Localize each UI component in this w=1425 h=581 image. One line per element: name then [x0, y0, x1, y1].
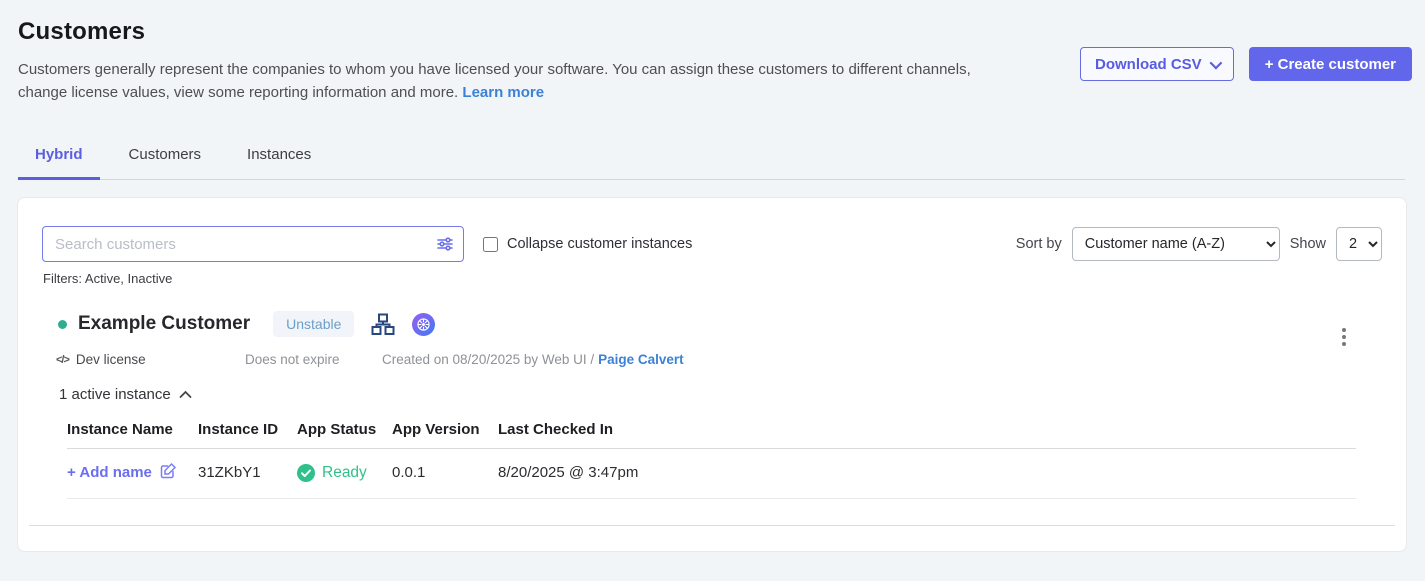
section-divider: [29, 525, 1395, 526]
page-header: Customers Customers generally represent …: [0, 0, 1425, 104]
sort-by-select[interactable]: Customer name (A-Z): [1072, 227, 1280, 261]
instances-table: Instance Name Instance ID App Status App…: [67, 421, 1356, 499]
instance-summary-toggle[interactable]: 1 active instance: [59, 386, 1382, 403]
sitemap-icon: [371, 313, 395, 336]
created-by-link[interactable]: Paige Calvert: [598, 352, 684, 367]
create-customer-button[interactable]: + Create customer: [1249, 47, 1412, 81]
add-name-link[interactable]: + Add name: [67, 462, 198, 483]
chevron-up-icon: [179, 386, 192, 403]
header-text-block: Customers Customers generally represent …: [18, 18, 993, 104]
collapse-instances-group: Collapse customer instances: [483, 236, 692, 252]
tab-hybrid[interactable]: Hybrid: [18, 146, 100, 180]
show-count-select[interactable]: 20: [1336, 227, 1382, 261]
col-instance-id: Instance ID: [198, 421, 297, 438]
tab-bar: Hybrid Customers Instances: [18, 146, 1405, 180]
page-title: Customers: [18, 18, 993, 46]
kubernetes-icon: [412, 313, 435, 336]
last-checked-in-value: 8/20/2025 @ 3:47pm: [498, 464, 1356, 481]
add-name-label: + Add name: [67, 464, 152, 481]
customer-name[interactable]: Example Customer: [78, 313, 250, 335]
license-type: </> Dev license: [56, 352, 245, 367]
channel-badge: Unstable: [273, 311, 354, 337]
col-app-version: App Version: [392, 421, 498, 438]
customer-row-menu-button[interactable]: [1338, 324, 1350, 350]
active-status-dot: [58, 320, 67, 329]
col-app-status: App Status: [297, 421, 392, 438]
page-description: Customers generally represent the compan…: [18, 59, 993, 104]
created-info: Created on 08/20/2025 by Web UI / Paige C…: [382, 352, 684, 367]
sort-by-label: Sort by: [1016, 236, 1062, 252]
header-actions: Download CSV + Create customer: [1080, 47, 1412, 81]
instance-row: + Add name 31ZKbY1 Ready 0.0.1 8/20/2025…: [67, 449, 1356, 499]
app-status-label: Ready: [322, 464, 367, 482]
tab-customers[interactable]: Customers: [112, 146, 219, 180]
edit-icon: [160, 462, 177, 483]
app-status-value: Ready: [297, 464, 392, 482]
license-row: </> Dev license Does not expire Created …: [56, 352, 1382, 367]
search-wrap: [42, 226, 464, 262]
search-input[interactable]: [42, 226, 464, 262]
check-circle-icon: [297, 464, 315, 482]
col-last-checked-in: Last Checked In: [498, 421, 1356, 438]
customer-header-row: Example Customer Unstable: [58, 311, 1382, 337]
learn-more-link[interactable]: Learn more: [462, 84, 544, 101]
instances-table-header: Instance Name Instance ID App Status App…: [67, 421, 1356, 449]
instance-id-value: 31ZKbY1: [198, 464, 297, 481]
active-filters-note: Filters: Active, Inactive: [43, 271, 1382, 286]
customers-panel: Collapse customer instances Sort by Cust…: [17, 197, 1407, 552]
license-expiration: Does not expire: [245, 352, 382, 367]
license-type-label: Dev license: [76, 352, 146, 367]
instance-summary-label: 1 active instance: [59, 386, 171, 403]
code-icon: </>: [56, 354, 69, 366]
tab-instances[interactable]: Instances: [230, 146, 328, 180]
show-label: Show: [1290, 236, 1326, 252]
collapse-instances-checkbox[interactable]: [483, 237, 498, 252]
toolbar: Collapse customer instances Sort by Cust…: [42, 226, 1382, 262]
created-text: Created on 08/20/2025 by Web UI /: [382, 352, 594, 367]
chevron-down-icon: [1209, 56, 1222, 69]
app-version-value: 0.0.1: [392, 464, 498, 481]
filter-sliders-icon[interactable]: [436, 235, 454, 258]
col-instance-name: Instance Name: [67, 421, 198, 438]
download-csv-label: Download CSV: [1095, 56, 1202, 73]
collapse-instances-label[interactable]: Collapse customer instances: [507, 236, 692, 252]
toolbar-right: Sort by Customer name (A-Z) Show 20: [1016, 227, 1382, 261]
download-csv-button[interactable]: Download CSV: [1080, 47, 1234, 81]
